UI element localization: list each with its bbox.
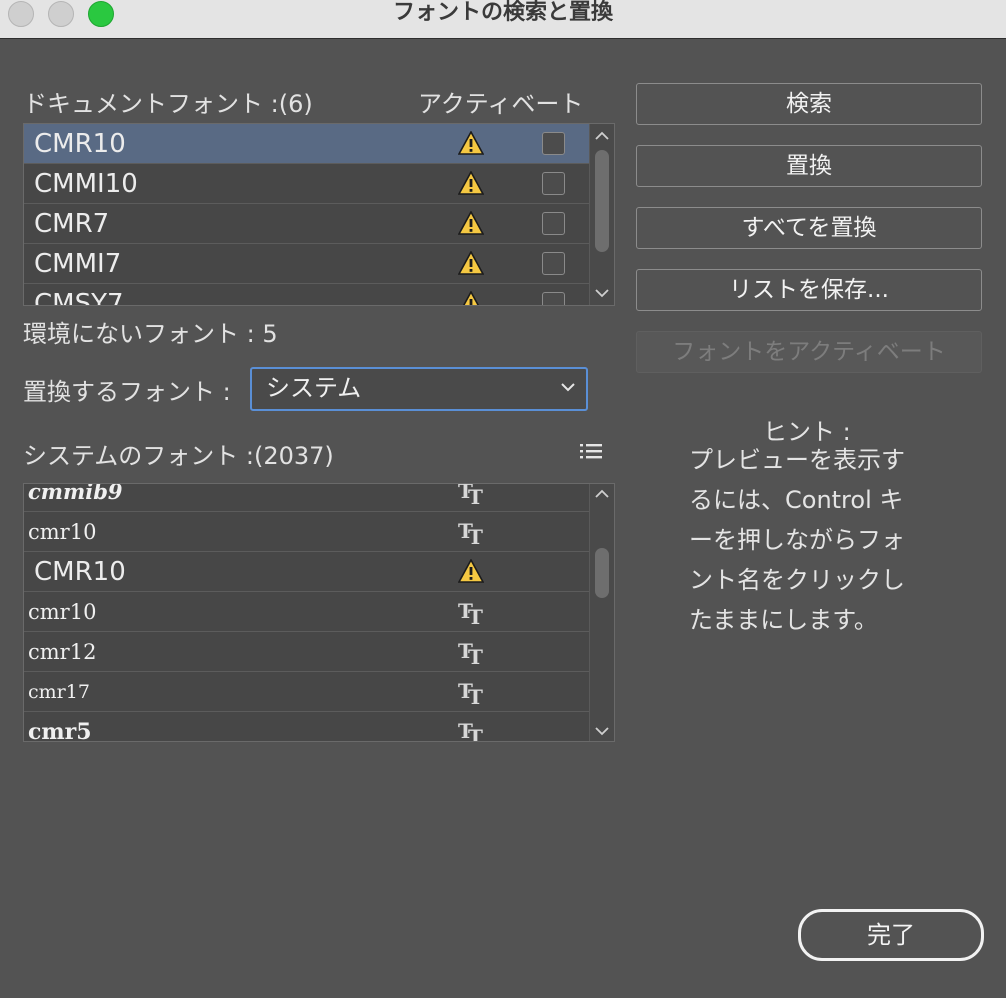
scroll-thumb[interactable] xyxy=(595,548,609,598)
system-font-row[interactable]: cmr5 TT xyxy=(24,712,590,742)
scroll-down-arrow-icon[interactable] xyxy=(594,725,610,737)
replace-button[interactable]: 置換 xyxy=(636,145,982,187)
font-name: CMR10 xyxy=(34,557,126,587)
activate-checkbox[interactable] xyxy=(542,172,565,195)
font-name: CMR7 xyxy=(34,209,110,239)
warning-icon xyxy=(458,251,484,275)
find-button[interactable]: 検索 xyxy=(636,83,982,125)
missing-fonts-label: 環境にないフォント : 5 xyxy=(23,320,278,348)
truetype-font-icon: TT xyxy=(458,679,483,706)
scroll-thumb[interactable] xyxy=(595,150,609,252)
system-font-row[interactable]: CMR10 xyxy=(24,552,590,592)
system-font-row[interactable]: cmr17 TT xyxy=(24,672,590,712)
font-name: CMMI7 xyxy=(34,249,122,279)
warning-icon xyxy=(458,559,484,583)
system-fonts-list[interactable]: cmmib9 TT cmr10 TT CMR10 cmr10 TT cmr12 … xyxy=(23,483,615,742)
done-button[interactable]: 完了 xyxy=(798,909,984,961)
list-view-icon[interactable] xyxy=(579,441,603,461)
activate-checkbox[interactable] xyxy=(542,292,565,305)
font-name: CMMI10 xyxy=(34,169,138,199)
system-font-row[interactable]: cmr12 TT xyxy=(24,632,590,672)
activate-column-header: アクティベート xyxy=(418,90,584,118)
document-fonts-header: ドキュメントフォント :(6) xyxy=(23,90,313,118)
font-name: cmr12 xyxy=(28,640,97,664)
scroll-up-arrow-icon[interactable] xyxy=(594,488,610,500)
replace-all-button[interactable]: すべてを置換 xyxy=(636,207,982,249)
font-name: cmr5 xyxy=(28,719,92,742)
scroll-down-arrow-icon[interactable] xyxy=(594,287,610,299)
system-fonts-header: システムのフォント :(2037) xyxy=(23,442,334,470)
document-fonts-scrollbar[interactable] xyxy=(589,124,614,305)
document-font-row[interactable]: CMMI7 xyxy=(24,244,590,284)
warning-icon xyxy=(458,131,484,155)
truetype-font-icon: TT xyxy=(458,519,483,546)
chevron-down-icon xyxy=(561,383,575,392)
font-name: cmr10 xyxy=(28,600,97,624)
svg-text:T: T xyxy=(468,525,483,546)
svg-text:T: T xyxy=(468,725,483,742)
replace-with-label: 置換するフォント : xyxy=(23,378,231,406)
font-name: cmr10 xyxy=(28,520,97,544)
replace-with-selected-value: システム xyxy=(266,374,362,402)
font-name: CMR10 xyxy=(34,129,126,159)
activate-checkbox[interactable] xyxy=(542,132,565,155)
replace-with-dropdown[interactable]: システム xyxy=(250,367,588,411)
font-name: CMSY7 xyxy=(34,289,124,306)
system-font-row[interactable]: cmmib9 TT xyxy=(24,483,590,512)
warning-icon xyxy=(458,171,484,195)
document-font-row[interactable]: CMSY7 xyxy=(24,284,590,306)
activate-fonts-button[interactable]: フォントをアクティベート xyxy=(636,331,982,373)
scroll-up-arrow-icon[interactable] xyxy=(594,130,610,142)
document-font-row[interactable]: CMMI10 xyxy=(24,164,590,204)
truetype-font-icon: TT xyxy=(458,639,483,666)
activate-checkbox[interactable] xyxy=(542,212,565,235)
system-font-row[interactable]: cmr10 TT xyxy=(24,512,590,552)
activate-checkbox[interactable] xyxy=(542,252,565,275)
truetype-font-icon: TT xyxy=(458,719,483,742)
document-fonts-list[interactable]: CMR10 CMMI10 CMR7 CMMI7 CMSY7 xyxy=(23,123,615,306)
font-name: cmmib9 xyxy=(28,483,123,504)
document-font-row[interactable]: CMR7 xyxy=(24,204,590,244)
svg-text:T: T xyxy=(468,485,483,506)
truetype-font-icon: TT xyxy=(458,599,483,626)
title-bar: フォントの検索と置換 xyxy=(0,0,1006,39)
window-title: フォントの検索と置換 xyxy=(392,0,613,25)
svg-text:T: T xyxy=(468,605,483,626)
svg-text:T: T xyxy=(468,645,483,666)
system-font-row[interactable]: cmr10 TT xyxy=(24,592,590,632)
hint-text: プレビューを表示するには、Control キーを押しながらフォント名をクリックし… xyxy=(689,446,905,634)
truetype-font-icon: TT xyxy=(458,484,483,506)
svg-text:T: T xyxy=(468,685,483,706)
warning-icon xyxy=(458,211,484,235)
system-fonts-scrollbar[interactable] xyxy=(589,484,614,741)
warning-icon xyxy=(462,291,480,305)
document-font-row[interactable]: CMR10 xyxy=(24,124,590,164)
save-list-button[interactable]: リストを保存... xyxy=(636,269,982,311)
font-name: cmr17 xyxy=(28,681,90,703)
